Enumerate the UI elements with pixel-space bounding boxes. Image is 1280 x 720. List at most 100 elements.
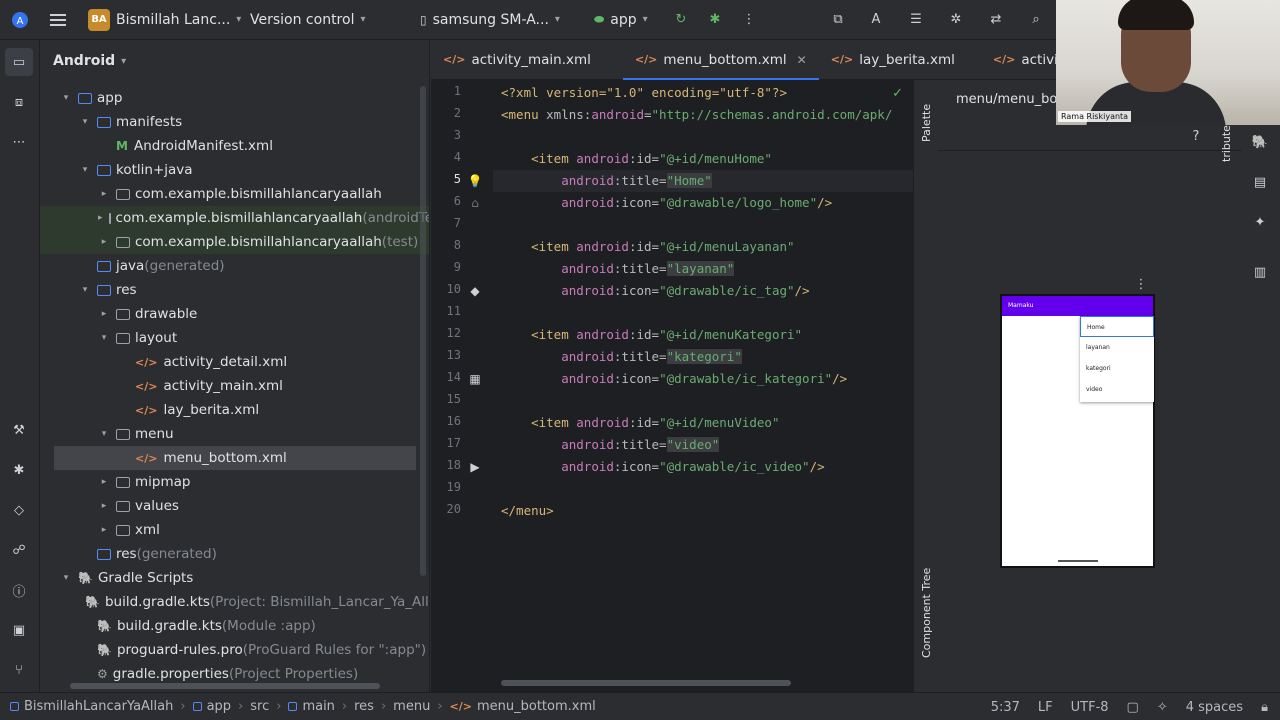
main-menu-icon[interactable] (44, 6, 72, 34)
breadcrumb-item[interactable]: src (250, 699, 269, 714)
run-config-selector[interactable]: ⬬ app ▾ (594, 12, 648, 28)
translate-icon[interactable]: A (862, 6, 890, 34)
file-encoding[interactable]: UTF-8 (1071, 700, 1109, 715)
build-hammer-icon[interactable]: ⚒ (5, 416, 33, 444)
menu-item-video[interactable]: video (1080, 379, 1154, 400)
problems-icon[interactable]: ⓘ (5, 576, 33, 604)
code-editor[interactable]: 1 2 3 4 5 6 7 8 9 10 11 12 13 14 15 16 17 18 19 20 💡 ⌂ ◆ ▦ … (431, 80, 913, 692)
version-control-icon[interactable]: ⑂ (5, 656, 33, 684)
component-tree-tab[interactable]: Component Tree (920, 568, 933, 658)
help-icon[interactable]: ? (1182, 122, 1210, 150)
line-separator[interactable]: LF (1038, 700, 1053, 715)
breadcrumb-item[interactable]: BismillahLancarYaAllah (24, 699, 173, 714)
lightbulb-icon[interactable]: 💡 (467, 173, 483, 189)
menu-item-kategori[interactable]: kategori (1080, 358, 1154, 379)
tree-item[interactable]: ▾ menu (40, 422, 429, 446)
chevron-right-icon[interactable]: ▸ (98, 213, 103, 223)
tree-item[interactable]: M AndroidManifest.xml (40, 134, 429, 158)
terminal-icon[interactable]: ▣ (5, 616, 33, 644)
running-devices-icon[interactable]: ▥ (1246, 258, 1274, 286)
tree-item[interactable]: ▾ manifests (40, 110, 429, 134)
gem-icon[interactable]: ◇ (5, 496, 33, 524)
indent-setting[interactable]: 4 spaces (1186, 700, 1243, 715)
chevron-right-icon[interactable]: ▸ (98, 237, 110, 247)
tab-menu-bottom[interactable]: </> menu_bottom.xml ✕ (622, 40, 819, 81)
readonly-icon[interactable]: ▢ (1127, 700, 1139, 715)
tree-item[interactable]: ▾ 🐘 Gradle Scripts (40, 566, 429, 590)
tree-item[interactable]: </> activity_main.xml (40, 374, 429, 398)
chevron-right-icon[interactable]: ▸ (98, 309, 110, 319)
breadcrumb-item[interactable]: menu (393, 699, 430, 714)
chevron-down-icon[interactable]: ▾ (79, 117, 91, 127)
close-icon[interactable]: ✕ (797, 53, 807, 67)
attributes-tab[interactable]: tributes (1220, 119, 1233, 162)
chevron-down-icon[interactable]: ▾ (98, 429, 110, 439)
lock-icon[interactable]: 🔒︎ (1261, 700, 1268, 715)
tree-item[interactable]: 🐘 proguard-rules.pro (ProGuard Rules for … (40, 638, 429, 662)
search-icon[interactable]: ⌕ (1022, 6, 1050, 34)
rerun-icon[interactable]: ↻ (667, 6, 695, 34)
more-actions-icon[interactable]: ⋮ (735, 6, 763, 34)
tree-item[interactable]: ▸ com.example.bismillahlancaryaallah (tes… (40, 230, 429, 254)
tab-activity-main[interactable]: </> activity_main.xml (431, 40, 603, 80)
chevron-down-icon[interactable]: ▾ (60, 93, 72, 103)
chevron-down-icon[interactable]: ▾ (79, 285, 91, 295)
tree-item[interactable]: res (generated) (40, 542, 429, 566)
breadcrumb-item[interactable]: res (354, 699, 374, 714)
tree-item[interactable]: ▾ res (40, 278, 429, 302)
build-variants-icon[interactable]: ☰ (902, 6, 930, 34)
vcs-selector[interactable]: Version control ▾ (250, 12, 366, 28)
app-inspection-icon[interactable]: ✲ (942, 6, 970, 34)
tree-item[interactable]: 🐘 build.gradle.kts (Project: Bismillah_La… (40, 590, 429, 614)
chevron-right-icon[interactable]: ▸ (98, 525, 110, 535)
no-problems-check-icon[interactable]: ✓ (892, 86, 903, 101)
horizontal-scrollbar[interactable] (70, 683, 380, 689)
palette-tab[interactable]: Palette (920, 104, 933, 142)
resource-manager-icon[interactable]: ⧈ (5, 88, 33, 116)
ai-sparkle-icon[interactable]: ✧ (1157, 700, 1168, 715)
chevron-down-icon[interactable]: ▾ (60, 573, 72, 583)
tree-item[interactable]: ▾ app (40, 86, 429, 110)
debug-bug-icon[interactable]: ✱ (5, 456, 33, 484)
device-selector[interactable]: ▯ samsung SM-A... ▾ (420, 12, 560, 28)
menu-item-layanan[interactable]: layanan (1080, 337, 1154, 358)
debug-icon[interactable]: ✱ (701, 6, 729, 34)
vertical-scrollbar[interactable] (420, 86, 426, 576)
tree-item[interactable]: </> activity_detail.xml (40, 350, 429, 374)
tree-item[interactable]: </> lay_berita.xml (40, 398, 429, 422)
tree-item[interactable]: ▸ com.example.bismillahlancaryaallah (and… (40, 206, 429, 230)
tree-item[interactable]: ▸ xml (40, 518, 429, 542)
menu-item-home[interactable]: Home (1080, 316, 1154, 337)
project-selector[interactable]: BA Bismillah Lanc... ▾ (88, 8, 241, 31)
tree-item[interactable]: ▾ layout (40, 326, 429, 350)
phone-preview[interactable]: Mamaku Home layanan kategori video (1000, 294, 1155, 568)
tree-item[interactable]: 🐘 build.gradle.kts (Module :app) (40, 614, 429, 638)
editor-horizontal-scrollbar[interactable] (501, 680, 791, 686)
device-manager-icon[interactable]: ▤ (1246, 168, 1274, 196)
sync-gradle-icon[interactable]: ⇄ (982, 6, 1010, 34)
gradle-icon[interactable]: 🐘 (1246, 128, 1274, 156)
breadcrumb-item[interactable]: menu_bottom.xml (477, 699, 596, 714)
logcat-icon[interactable]: ☍ (5, 536, 33, 564)
tree-item[interactable]: ▸ mipmap (40, 470, 429, 494)
breadcrumb-item[interactable]: main (302, 699, 334, 714)
caret-position[interactable]: 5:37 (991, 700, 1020, 715)
chevron-down-icon[interactable]: ▾ (79, 165, 91, 175)
project-folder-icon[interactable]: ▭ (5, 48, 33, 76)
tree-item[interactable]: ▸ com.example.bismillahlancaryaallah (40, 182, 429, 206)
chevron-right-icon[interactable]: ▸ (98, 477, 110, 487)
gemini-sparkle-icon[interactable]: ✦ (1246, 208, 1274, 236)
breadcrumb-item[interactable]: app (207, 699, 231, 714)
project-view-selector[interactable]: Android ▾ (40, 40, 429, 82)
chevron-down-icon[interactable]: ▾ (98, 333, 110, 343)
tree-item[interactable]: ▸ drawable (40, 302, 429, 326)
more-tools-icon[interactable]: ⋯ (5, 128, 33, 156)
tree-item[interactable]: ▸ values (40, 494, 429, 518)
tree-item[interactable]: </> menu_bottom.xml (54, 446, 416, 470)
tree-item[interactable]: java (generated) (40, 254, 429, 278)
tab-lay-berita[interactable]: </> lay_berita.xml (819, 40, 967, 80)
chevron-right-icon[interactable]: ▸ (98, 189, 110, 199)
tree-item[interactable]: ▾ kotlin+java (40, 158, 429, 182)
layout-inspector-icon[interactable]: ⧉ (824, 6, 852, 34)
chevron-right-icon[interactable]: ▸ (98, 501, 110, 511)
